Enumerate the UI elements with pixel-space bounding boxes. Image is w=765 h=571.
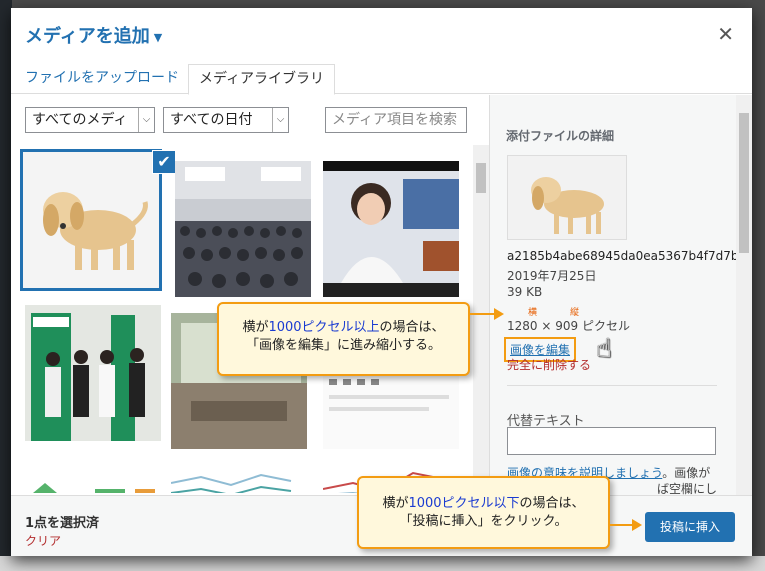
callout-2-arrow-line	[610, 524, 634, 526]
tab-media-library[interactable]: メディアライブラリ	[188, 64, 336, 95]
sidebar-divider	[507, 385, 717, 386]
arrow-right-icon	[632, 519, 642, 531]
media-item-chart-2[interactable]	[171, 463, 307, 493]
media-modal: メディアを追加 ▼ ✕ ファイルをアップロード メディアライブラリ すべてのメディ…	[11, 8, 752, 556]
chevron-down-icon: ⌵	[272, 108, 288, 132]
media-type-value: すべてのメディ	[32, 112, 128, 128]
callout-1-highlight: 1000ピクセル以上	[268, 320, 380, 335]
media-item-chart-1[interactable]	[25, 463, 161, 493]
insert-into-post-button[interactable]: 投稿に挿入	[645, 512, 735, 542]
attachment-details-heading: 添付ファイルの詳細	[506, 129, 615, 143]
video-thumbnail	[323, 161, 459, 297]
grid-scrollbar[interactable]	[473, 145, 489, 493]
media-toolbar: すべてのメディ ⌵ すべての日付 ⌵ メディア項目を検索	[11, 95, 489, 145]
alt-text-input[interactable]	[507, 427, 716, 455]
modal-title[interactable]: メディアを追加 ▼	[25, 22, 162, 48]
attachment-size: 39 KB	[507, 285, 543, 299]
media-tabs: ファイルをアップロード メディアライブラリ	[11, 58, 752, 95]
callout-2-highlight: 1000ピクセル以下	[408, 496, 520, 511]
media-item-group[interactable]	[25, 305, 161, 441]
date-select[interactable]: すべての日付 ⌵	[163, 107, 289, 133]
selection-count: 1点を選択済	[25, 516, 100, 531]
hand-cursor-icon: ☝	[596, 334, 612, 364]
callout-2-pre: 横が	[382, 496, 409, 511]
attachment-dimensions: 1280 × 909 ピクセル	[507, 319, 630, 333]
media-item-dog[interactable]	[20, 149, 162, 291]
callout-1-line-1: 横が1000ピクセル以上の場合は、	[219, 319, 468, 337]
attachment-filename: a2185b4abe68945da0ea5367b4f7d7b8	[507, 249, 747, 263]
callout-under-1000: 横が1000ピクセル以下の場合は、 「投稿に挿入」をクリック。	[357, 476, 610, 549]
seminar-thumbnail	[175, 161, 311, 297]
date-value: すべての日付	[170, 112, 253, 128]
close-icon[interactable]: ✕	[717, 22, 734, 46]
dog-thumbnail	[23, 152, 159, 288]
grid-scrollbar-thumb[interactable]	[476, 163, 486, 193]
callout-1-post: の場合は、	[379, 320, 445, 335]
media-type-select[interactable]: すべてのメディ ⌵	[25, 107, 155, 133]
group-thumbnail	[25, 305, 161, 441]
chart-1-thumbnail	[25, 463, 161, 493]
caret-down-icon: ▼	[153, 30, 163, 44]
clear-selection-link[interactable]: クリア	[25, 532, 61, 549]
attachment-details-panel: 添付ファイルの詳細 a2185b4abe68945da0ea5367b4f7d7…	[489, 95, 752, 512]
tab-upload[interactable]: ファイルをアップロード	[25, 64, 179, 94]
dog-preview-image	[508, 156, 626, 239]
media-search-input[interactable]: メディア項目を検索	[325, 107, 467, 133]
sidebar-scrollbar[interactable]	[736, 95, 752, 495]
callout-1-line-2: 「画像を編集」に進み縮小する。	[245, 338, 441, 353]
callout-over-1000: 横が1000ピクセル以上の場合は、 「画像を編集」に進み縮小する。	[217, 302, 470, 376]
media-item-video[interactable]	[323, 161, 459, 297]
callout-2-line-2: 「投稿に挿入」をクリック。	[399, 514, 568, 529]
modal-title-text: メディアを追加	[25, 26, 150, 47]
callout-1-pre: 横が	[242, 320, 269, 335]
admin-page-background	[0, 556, 765, 571]
attachment-thumbnail	[507, 155, 627, 240]
arrow-right-icon	[494, 308, 504, 320]
callout-2-post: の場合は、	[519, 496, 585, 511]
callout-2-line-1: 横が1000ピクセル以下の場合は、	[359, 495, 608, 513]
attachment-date: 2019年7月25日	[507, 269, 597, 283]
chart-2-thumbnail	[171, 463, 307, 493]
delete-permanently-link[interactable]: 完全に削除する	[507, 356, 591, 373]
sidebar-scrollbar-thumb[interactable]	[739, 113, 749, 253]
callout-1-arrow-line	[470, 313, 496, 315]
selected-check-icon[interactable]: ✔	[152, 150, 176, 174]
media-item-seminar[interactable]	[175, 161, 311, 297]
alt-help-text: 。画像が	[662, 466, 711, 480]
chevron-down-icon: ⌵	[138, 108, 154, 132]
